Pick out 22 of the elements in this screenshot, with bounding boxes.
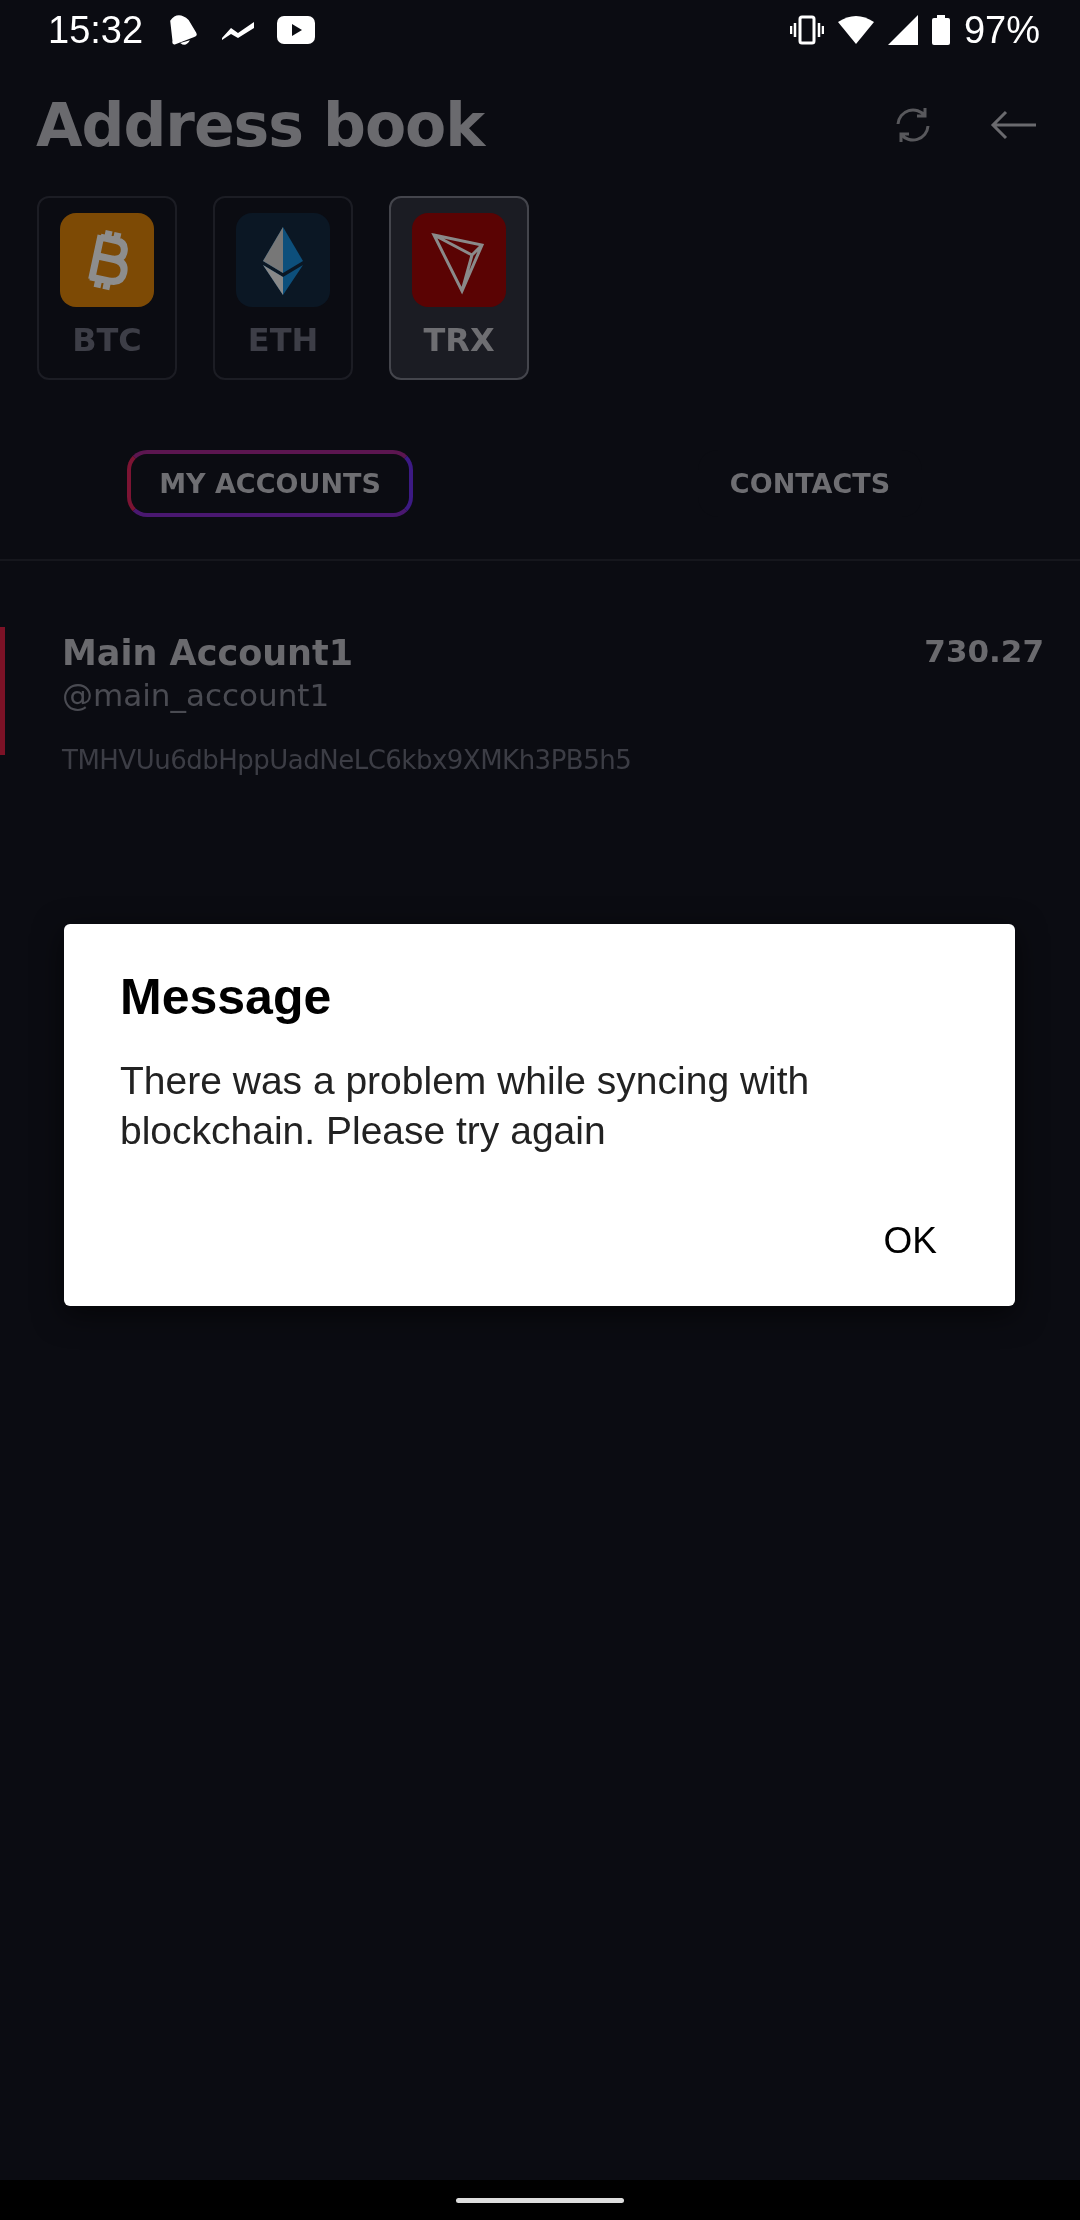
dialog-message: There was a problem while syncing with blockchain. Please try again [120,1058,811,1154]
signal-icon [887,15,918,45]
tab[interactable]: MY ACCOUNTS [127,450,413,517]
clock-time: 15:32 [48,8,144,52]
battery-level: 97% [963,8,1040,52]
ok-button[interactable]: OK [861,1196,959,1286]
ethereum-logo-icon [236,213,330,307]
account-name: Main Account1 [62,633,355,673]
vibrate-icon [789,15,824,45]
tron-logo-icon [412,213,506,307]
dialog-title: Message [120,968,333,1026]
battery-icon [931,15,950,45]
back-arrow-icon [990,110,1036,140]
page-title: Address book [36,90,487,160]
account-handle: @main_account1 [62,677,331,713]
play-icon [277,16,316,44]
home-indicator[interactable] [456,2197,624,2203]
coin-tab[interactable]: TRX [389,196,529,380]
account-balance: 730.27 [924,633,1044,671]
wifi-icon [837,16,874,44]
chart-icon [221,20,256,40]
bitcoin-logo-icon [60,213,154,307]
